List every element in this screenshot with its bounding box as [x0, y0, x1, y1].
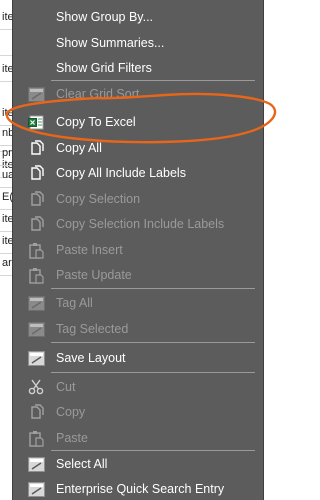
- copy-icon: [27, 140, 45, 156]
- blank-icon: [27, 9, 45, 25]
- grid-sort-icon: [27, 86, 45, 102]
- menu-item-label: Paste Insert: [56, 243, 123, 257]
- menu-item-save-layout[interactable]: Save Layout: [13, 347, 263, 369]
- menu-item-copy-selection-include-labels[interactable]: Copy Selection Include Labels: [13, 213, 263, 235]
- menu-item-clear-grid-sort[interactable]: Clear Grid Sort: [13, 83, 263, 105]
- copy-icon: [27, 404, 45, 420]
- menu-separator: [51, 450, 255, 451]
- menu-item-cut[interactable]: Cut: [13, 376, 263, 398]
- grid-icon: [27, 350, 45, 366]
- menu-item-copy-all-include-labels[interactable]: Copy All Include Labels: [13, 162, 263, 184]
- grid-icon: [27, 321, 45, 337]
- grid-icon: [27, 456, 45, 472]
- paste-icon: [27, 242, 45, 259]
- menu-item-label: Tag All: [56, 296, 93, 310]
- screenshot-stage: ite ite nb ite ite pn ua E( ite ite ar S…: [0, 0, 284, 500]
- menu-item-label: Clear Grid Sort: [56, 87, 140, 101]
- menu-item-enterprise-quick-search-entry[interactable]: Enterprise Quick Search Entry: [13, 478, 263, 500]
- grid-icon: [27, 295, 45, 311]
- menu-separator: [51, 288, 255, 289]
- excel-icon: [27, 114, 45, 130]
- menu-item-label: Tag Selected: [56, 322, 129, 336]
- menu-item-copy[interactable]: Copy: [13, 401, 263, 423]
- menu-separator: [51, 372, 255, 373]
- menu-item-label: Copy Selection Include Labels: [56, 217, 225, 231]
- scissors-icon: [27, 379, 45, 395]
- blank-icon: [27, 35, 45, 51]
- menu-item-show-grid-filters[interactable]: Show Grid Filters: [13, 57, 263, 79]
- menu-item-show-group-by[interactable]: Show Group By...: [13, 6, 263, 28]
- copy-icon: [27, 191, 45, 207]
- menu-item-label: Copy: [56, 405, 86, 419]
- paste-icon: [27, 430, 45, 447]
- menu-item-label: Copy Selection: [56, 192, 141, 206]
- copy-icon: [27, 216, 45, 232]
- menu-item-label: Save Layout: [56, 351, 126, 365]
- menu-separator: [51, 342, 255, 343]
- menu-item-label: Cut: [56, 380, 76, 394]
- menu-item-label: Copy To Excel: [56, 115, 136, 129]
- menu-item-copy-all[interactable]: Copy All: [13, 137, 263, 159]
- menu-item-tag-selected[interactable]: Tag Selected: [13, 318, 263, 340]
- menu-item-label: Enterprise Quick Search Entry: [56, 482, 225, 496]
- menu-item-tag-all[interactable]: Tag All: [13, 292, 263, 314]
- menu-item-paste[interactable]: Paste: [13, 427, 263, 449]
- grid-icon: [27, 481, 45, 497]
- menu-item-paste-update[interactable]: Paste Update: [13, 264, 263, 286]
- menu-separator: [51, 80, 255, 81]
- menu-item-select-all[interactable]: Select All: [13, 453, 263, 475]
- menu-item-label: Paste Update: [56, 268, 132, 282]
- paste-icon: [27, 267, 45, 284]
- menu-item-label: Copy All Include Labels: [56, 166, 186, 180]
- menu-item-label: Show Group By...: [56, 10, 154, 24]
- menu-item-label: Show Grid Filters: [56, 61, 152, 75]
- menu-item-label: Paste: [56, 431, 88, 445]
- menu-item-paste-insert[interactable]: Paste Insert: [13, 239, 263, 261]
- menu-item-show-summaries[interactable]: Show Summaries...: [13, 32, 263, 54]
- menu-item-label: Copy All: [56, 141, 102, 155]
- menu-item-copy-selection[interactable]: Copy Selection: [13, 188, 263, 210]
- menu-item-label: Select All: [56, 457, 108, 471]
- blank-icon: [27, 60, 45, 76]
- context-menu: Show Group By... Show Summaries... Show …: [12, 0, 264, 500]
- menu-item-label: Show Summaries...: [56, 36, 165, 50]
- menu-item-copy-to-excel[interactable]: Copy To Excel: [13, 111, 263, 133]
- copy-icon: [27, 165, 45, 181]
